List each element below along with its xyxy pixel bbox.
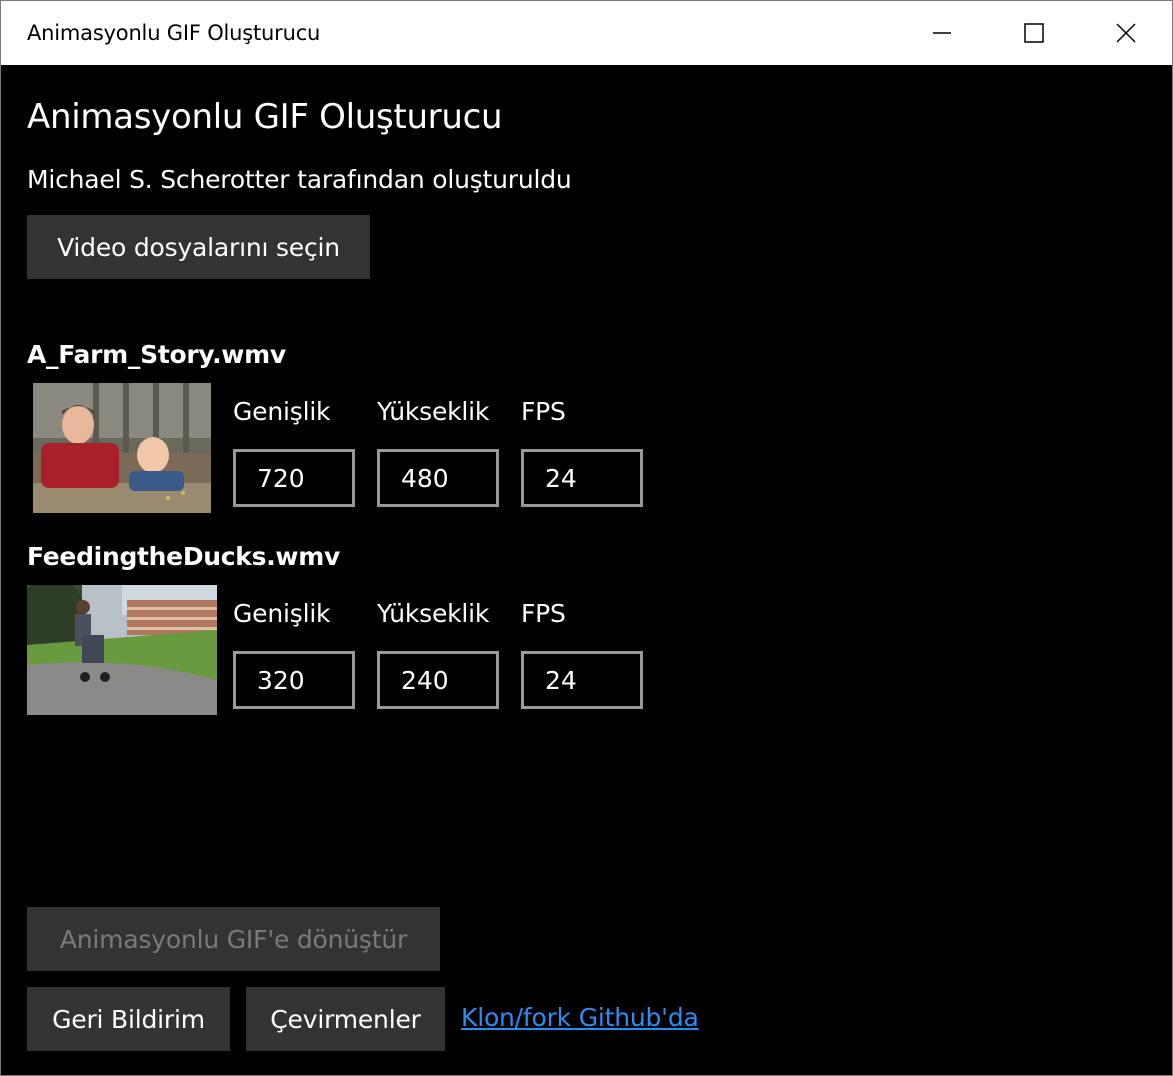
fps-label: FPS <box>521 397 566 426</box>
app-window: Animasyonlu GIF Oluşturucu Animasyonlu G… <box>0 0 1173 1076</box>
minimize-button[interactable] <box>896 1 988 65</box>
main-content: Animasyonlu GIF Oluşturucu Michael S. Sc… <box>1 65 1172 1075</box>
height-input[interactable]: 480 <box>377 449 499 507</box>
close-button[interactable] <box>1080 1 1172 65</box>
close-icon <box>1116 23 1136 43</box>
author-text: Michael S. Scherotter tarafından oluştur… <box>27 165 572 194</box>
width-input[interactable]: 320 <box>233 651 355 709</box>
minimize-icon <box>932 23 952 43</box>
video-thumbnail <box>33 383 211 513</box>
width-label: Genişlik <box>233 599 331 628</box>
video-filename: A_Farm_Story.wmv <box>27 340 286 369</box>
video-filename: FeedingtheDucks.wmv <box>27 542 340 571</box>
select-video-files-button[interactable]: Video dosyalarını seçin <box>27 215 370 279</box>
title-bar: Animasyonlu GIF Oluşturucu <box>1 1 1172 65</box>
convert-to-gif-button[interactable]: Animasyonlu GIF'e dönüştür <box>27 907 440 971</box>
height-label: Yükseklik <box>377 599 490 628</box>
github-link[interactable]: Klon/fork Github'da <box>461 1003 699 1032</box>
window-title: Animasyonlu GIF Oluşturucu <box>27 21 321 45</box>
width-input[interactable]: 720 <box>233 449 355 507</box>
height-input[interactable]: 240 <box>377 651 499 709</box>
width-label: Genişlik <box>233 397 331 426</box>
height-label: Yükseklik <box>377 397 490 426</box>
feedback-button[interactable]: Geri Bildirim <box>27 987 230 1051</box>
fps-label: FPS <box>521 599 566 628</box>
translators-button[interactable]: Çevirmenler <box>246 987 445 1051</box>
fps-input[interactable]: 24 <box>521 449 643 507</box>
fps-input[interactable]: 24 <box>521 651 643 709</box>
video-thumbnail <box>27 585 217 715</box>
maximize-button[interactable] <box>988 1 1080 65</box>
maximize-icon <box>1024 23 1044 43</box>
page-title: Animasyonlu GIF Oluşturucu <box>27 97 503 137</box>
